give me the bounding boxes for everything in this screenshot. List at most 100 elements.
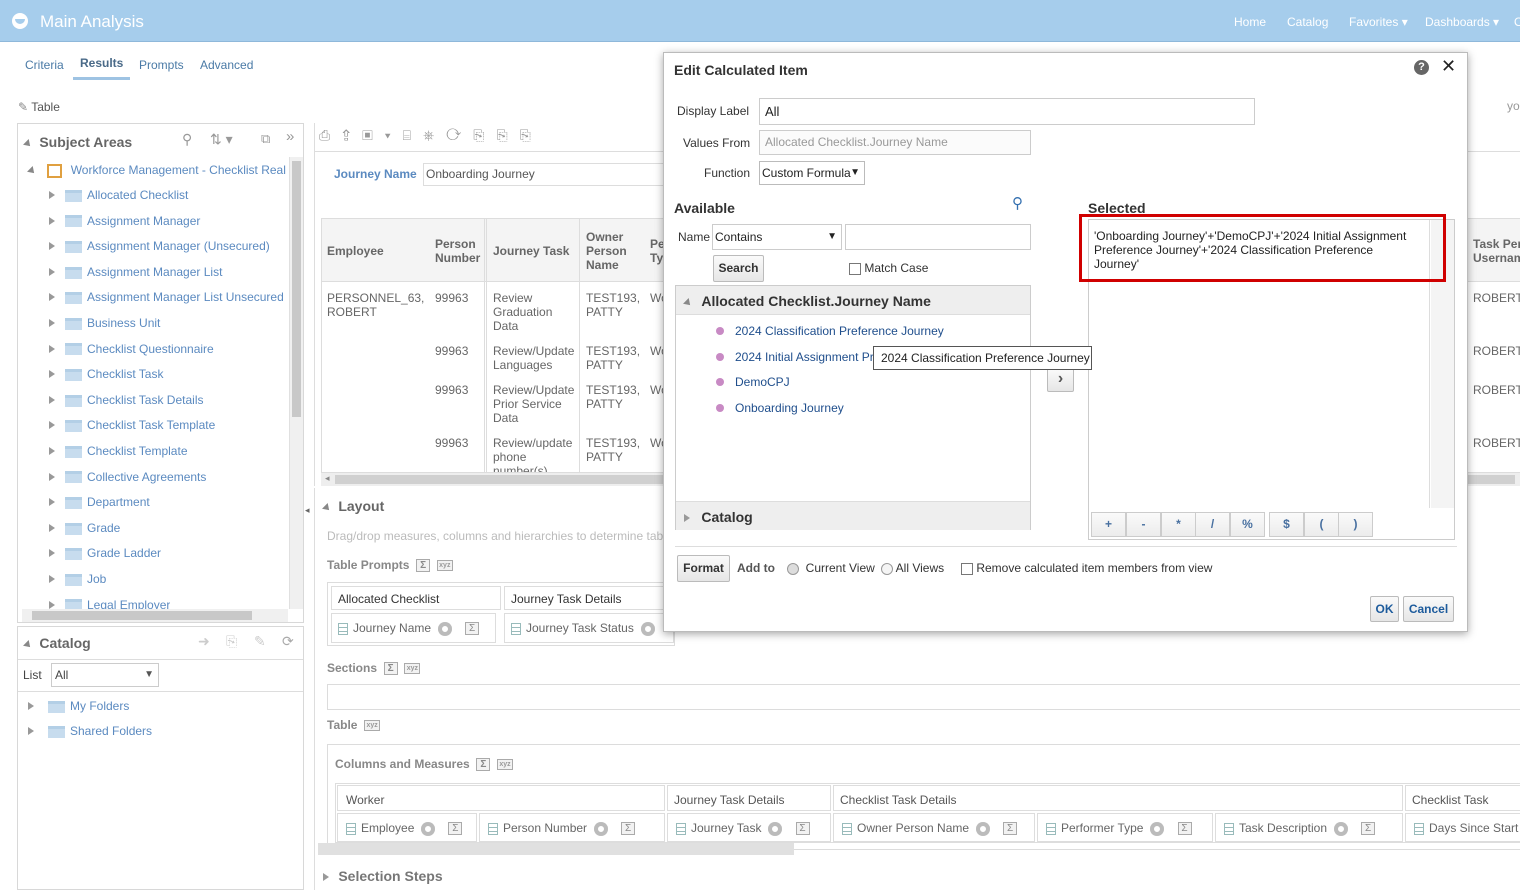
collapse-icon[interactable] [23,640,33,650]
expand-arrow-icon[interactable] [49,370,55,379]
operator-open-paren-button[interactable]: ( [1304,512,1339,537]
match-case-checkbox[interactable]: Match Case [849,261,928,275]
copy-icon[interactable]: ⎘ [226,633,237,650]
expand-icon[interactable]: ⧉ [261,131,270,147]
col-header-performer-type[interactable]: Pe Ty [650,237,664,265]
expand-arrow-icon[interactable] [49,447,55,455]
expand-arrow-icon[interactable] [49,216,55,225]
all-views-radio[interactable]: All Views [881,561,944,575]
operator-percent-button[interactable]: % [1230,512,1265,537]
journey-name-prompt[interactable]: Onboarding Journey [423,163,668,186]
splitter-handle[interactable]: ◂ [305,498,314,522]
expand-arrow-icon[interactable] [49,344,55,353]
tree-item-folder[interactable]: Checklist Task Details [49,393,203,411]
display-label-input[interactable] [759,98,1255,125]
column-item[interactable]: Performer Type Σ [1037,813,1213,842]
close-icon[interactable]: ✕ [1441,56,1456,77]
tree-item-my-folders[interactable]: My Folders [28,699,129,717]
nav-favorites[interactable]: Favorites ▾ [1349,15,1408,29]
function-select[interactable]: Custom Formula ▼ [759,161,865,185]
expand-arrow-icon[interactable] [27,166,37,176]
operator-plus-button[interactable]: + [1091,512,1126,537]
operator-minus-button[interactable]: - [1126,512,1161,537]
subject-area-root[interactable]: Workforce Management - Checklist Real [27,163,286,178]
help-icon[interactable]: ? [1414,60,1429,75]
collapse-icon[interactable] [23,139,33,149]
ok-button[interactable]: OK [1370,596,1399,622]
operator-dollar-button[interactable]: $ [1269,512,1304,537]
tab-prompts[interactable]: Prompts [139,58,184,72]
sigma-icon[interactable]: Σ [1003,822,1018,836]
value-item[interactable]: 2024 Initial Assignment Pr [716,350,874,364]
format-button[interactable]: Format [677,555,730,582]
name-search-input[interactable] [845,224,1031,250]
tp-item-journey-name[interactable]: Journey Name Σ [331,613,496,643]
catalog-group-header[interactable]: Catalog [676,501,1030,530]
tab-criteria[interactable]: Criteria [25,58,64,72]
tree-item-folder[interactable]: Assignment Manager List Unsecured [49,290,284,308]
tree-item-folder[interactable]: Legal Employer [49,598,170,610]
tree-item-folder[interactable]: Checklist Template [49,444,188,462]
operator-divide-button[interactable]: / [1195,512,1230,537]
col-header-employee[interactable]: Employee [327,244,384,258]
expand-arrow-icon[interactable] [49,575,55,583]
move-icon[interactable]: ➜ [198,633,210,650]
column-item[interactable]: Employee Σ [337,813,477,842]
remove-members-checkbox[interactable]: Remove calculated item members from view [961,561,1212,575]
tree-item-folder[interactable]: Department [49,495,150,513]
tree-item-folder[interactable]: Business Unit [49,316,160,334]
selection-steps-header[interactable]: Selection Steps [323,868,443,884]
sort-icon[interactable]: ⇅ ▾ [210,131,233,148]
move-right-button[interactable]: › [1047,368,1074,392]
expand-arrow-icon[interactable] [49,600,55,609]
gear-icon[interactable] [421,821,436,836]
tp-item-journey-task-status[interactable]: Journey Task Status [504,613,674,643]
tree-item-folder[interactable]: Grade Ladder [49,546,161,564]
current-view-radio[interactable]: Current View [787,561,875,575]
operator-multiply-button[interactable]: * [1161,512,1196,537]
expand-arrow-icon[interactable] [49,395,55,404]
expand-arrow-icon[interactable] [49,421,55,430]
expand-arrow-icon[interactable] [49,242,55,251]
tree-item-folder[interactable]: Assignment Manager (Unsecured) [49,239,270,257]
value-item[interactable]: DemoCPJ [716,375,790,389]
tree-item-folder[interactable]: Checklist Task [49,367,163,385]
vertical-scrollbar[interactable] [289,157,303,609]
column-item[interactable]: Owner Person Name Σ [833,813,1035,842]
collapse-panel-icon[interactable]: » [286,128,294,145]
sigma-icon[interactable]: Σ [448,822,463,836]
expand-arrow-icon[interactable] [49,191,55,199]
column-item[interactable]: Days Since Start Σ [1405,813,1520,842]
nav-dashboards[interactable]: Dashboards ▾ [1425,15,1499,29]
edit-icon[interactable]: ✎ [254,633,266,650]
col-header-person-number[interactable]: Person Number [435,237,485,265]
tree-item-folder[interactable]: Job [49,572,106,590]
tree-item-folder[interactable]: Grade [49,521,120,539]
sigma-icon[interactable]: Σ [795,822,810,836]
gear-icon[interactable] [975,821,990,836]
gear-icon[interactable] [593,821,608,836]
column-item[interactable]: Journey Task Σ [667,813,831,842]
values-group-header[interactable]: Allocated Checklist.Journey Name [676,286,1030,315]
expand-arrow-icon[interactable] [49,319,55,327]
sigma-icon[interactable]: Σ [621,822,636,836]
table-prompts-dropzone[interactable]: Allocated Checklist Journey Task Details… [327,582,675,646]
column-item[interactable]: Task Description Σ [1215,813,1403,842]
tree-item-folder[interactable]: Allocated Checklist [49,188,188,206]
sections-dropzone[interactable] [327,684,1520,710]
gear-icon[interactable] [768,821,783,836]
sigma-icon[interactable]: Σ [1177,822,1192,836]
search-icon[interactable]: ⚲ [182,131,192,148]
col-header-journey-task[interactable]: Journey Task [493,244,569,258]
gear-icon[interactable] [1150,821,1165,836]
expand-arrow-icon[interactable] [49,523,55,532]
table-view-label[interactable]: ✎ Table [18,100,60,114]
nav-home[interactable]: Home [1234,15,1266,29]
gear-icon[interactable] [1333,821,1348,836]
results-toolbar[interactable]: ⎙⇪▣▾⌸⎈⟳⎘⎘⎘ [319,127,543,144]
layout-hscroll[interactable] [318,843,794,855]
tree-item-folder[interactable]: Assignment Manager List [49,265,222,283]
tab-results[interactable]: Results [73,56,131,80]
tree-item-folder[interactable]: Checklist Task Template [49,418,215,436]
name-operator-select[interactable]: Contains ▼ [712,224,842,250]
